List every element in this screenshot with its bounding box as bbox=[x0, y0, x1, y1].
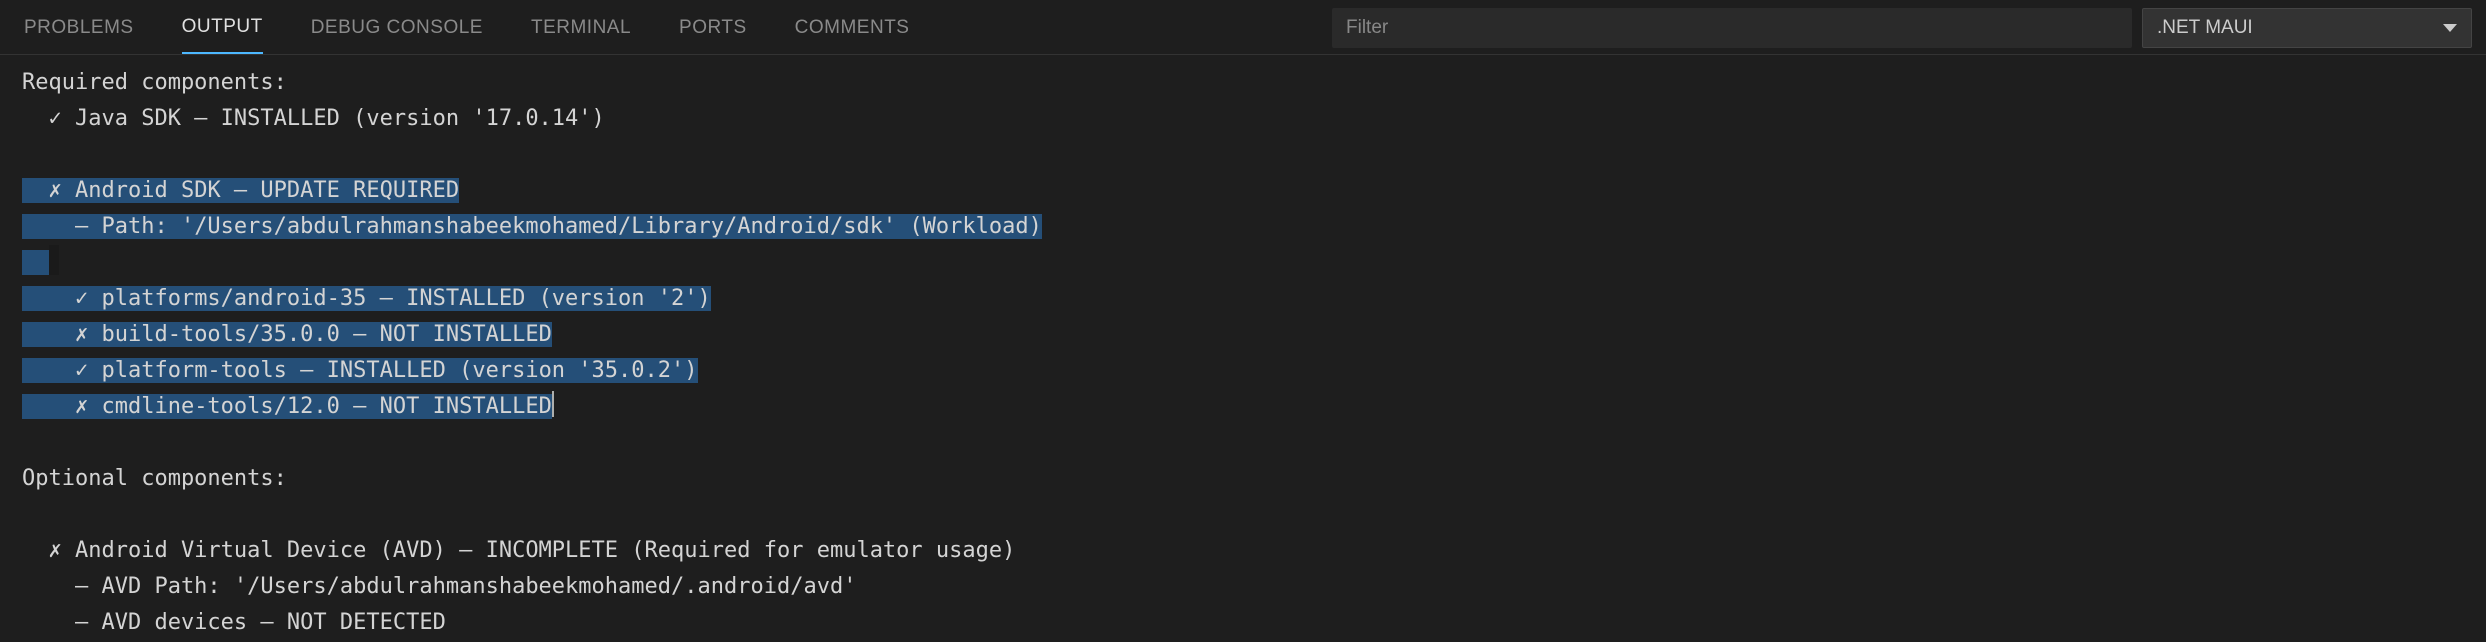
output-line: ✗ Android Virtual Device (AVD) – INCOMPL… bbox=[22, 533, 2486, 569]
output-line: ✓ platform-tools – INSTALLED (version '3… bbox=[22, 353, 2486, 389]
output-line: ✓ platforms/android-35 – INSTALLED (vers… bbox=[22, 281, 2486, 317]
output-line: Optional components: bbox=[22, 461, 2486, 497]
output-line: ✓ Java SDK – INSTALLED (version '17.0.14… bbox=[22, 101, 2486, 137]
filter-input[interactable] bbox=[1332, 8, 2132, 48]
tab-ports[interactable]: PORTS bbox=[679, 1, 747, 53]
panel-tabs: PROBLEMS OUTPUT DEBUG CONSOLE TERMINAL P… bbox=[24, 0, 909, 54]
output-line: – AVD devices – NOT DETECTED bbox=[22, 605, 2486, 641]
output-line bbox=[22, 137, 2486, 173]
output-line: ✗ Android SDK – UPDATE REQUIRED bbox=[22, 173, 2486, 209]
tab-terminal[interactable]: TERMINAL bbox=[531, 1, 631, 53]
output-line bbox=[22, 245, 2486, 281]
output-line: – Path: '/Users/abdulrahmanshabeekmohame… bbox=[22, 209, 2486, 245]
tab-debug-console[interactable]: DEBUG CONSOLE bbox=[311, 1, 483, 53]
output-line: Required components: bbox=[22, 65, 2486, 101]
channel-label: .NET MAUI bbox=[2157, 17, 2253, 39]
output-line: – AVD Path: '/Users/abdulrahmanshabeekmo… bbox=[22, 569, 2486, 605]
panel-tab-bar: PROBLEMS OUTPUT DEBUG CONSOLE TERMINAL P… bbox=[0, 0, 2486, 55]
text-cursor bbox=[552, 391, 554, 417]
output-line: ✗ cmdline-tools/12.0 – NOT INSTALLED bbox=[22, 389, 2486, 425]
output-line bbox=[22, 425, 2486, 461]
output-controls: .NET MAUI bbox=[1332, 8, 2472, 48]
output-channel-select[interactable]: .NET MAUI bbox=[2142, 8, 2472, 48]
tab-comments[interactable]: COMMENTS bbox=[795, 1, 910, 53]
tab-output[interactable]: OUTPUT bbox=[182, 0, 263, 54]
output-text-area[interactable]: Required components: ✓ Java SDK – INSTAL… bbox=[0, 55, 2486, 641]
output-line: ✗ build-tools/35.0.0 – NOT INSTALLED bbox=[22, 317, 2486, 353]
output-line bbox=[22, 497, 2486, 533]
chevron-down-icon bbox=[2443, 24, 2457, 32]
tab-problems[interactable]: PROBLEMS bbox=[24, 1, 134, 53]
